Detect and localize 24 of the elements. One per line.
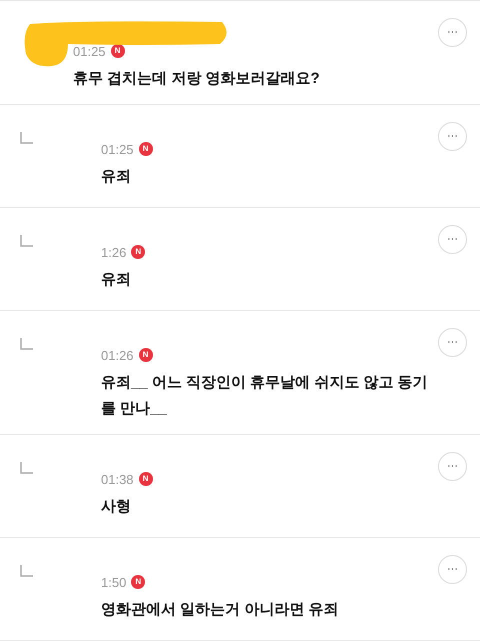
new-badge: N [110, 44, 125, 58]
reply-text: 유죄 [101, 167, 132, 187]
comment-time: 01:25 [101, 142, 134, 156]
reply-text: 영화관에서 일하는거 아니라면 유죄 [101, 600, 340, 620]
more-options-button[interactable]: ··· [438, 555, 467, 584]
comment-time: 01:26 [101, 348, 134, 362]
comment-time: 1:50 [101, 576, 126, 588]
more-options-button[interactable]: ··· [438, 328, 467, 357]
comment-time: 01:38 [101, 472, 134, 486]
more-options-button[interactable]: ··· [438, 122, 467, 151]
new-badge: N [138, 348, 153, 362]
more-options-button[interactable]: ··· [438, 18, 467, 47]
comment-text: 휴무 겹치는데 저랑 영화보러갈래요? [73, 69, 321, 89]
more-options-button[interactable]: ··· [438, 225, 467, 254]
reply-text: 유죄__ 어느 직장인이 휴무날에 쉬지도 않고 동기를 만나__ [101, 373, 429, 419]
comment-time: 01:25 [73, 44, 106, 58]
new-badge: N [131, 245, 146, 259]
more-options-button[interactable]: ··· [438, 452, 467, 481]
new-badge: N [138, 472, 153, 486]
new-badge: N [138, 142, 153, 156]
new-badge: N [131, 575, 146, 589]
reply-text: 사형 [101, 497, 132, 517]
reply-text: 유죄 [101, 270, 132, 290]
comment-time: 1:26 [101, 246, 126, 258]
